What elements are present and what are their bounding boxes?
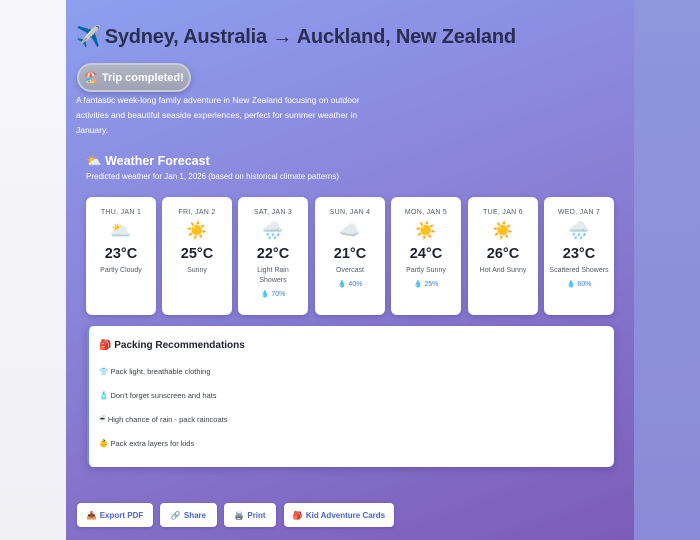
day-temperature: 26°C	[486, 246, 520, 262]
packing-item-text: Don't forget sunscreen and hats	[110, 391, 217, 400]
day-label: MON, JAN 5	[404, 209, 448, 216]
forecast-day-card: MON, JAN 5 ☀️ 24°C Partly Sunny 💧 25%	[391, 197, 461, 315]
day-temperature: 24°C	[409, 246, 443, 262]
day-label: TUE, JAN 6	[483, 209, 523, 216]
trip-completed-button[interactable]: 🏖️ Trip completed!	[77, 63, 191, 92]
day-label: THU, JAN 1	[100, 209, 142, 216]
forecast-day-card: FRI, JAN 2 ☀️ 25°C Sunny	[162, 197, 232, 315]
packing-item-text: High chance of rain - pack raincoats	[107, 415, 228, 424]
sunscreen-icon: 🧴	[99, 391, 109, 400]
packing-recommendations-panel: 🎒 Packing Recommendations 👕 Pack light, …	[87, 326, 614, 467]
day-label: SAT, JAN 3	[253, 209, 293, 216]
print-button[interactable]: 🖨️ Print	[224, 503, 276, 527]
forecast-day-card: TUE, JAN 6 ☀️ 26°C Hot And Sunny	[468, 197, 538, 315]
packing-item-text: Pack extra layers for kids	[110, 439, 195, 448]
packing-heading: Packing Recommendations	[114, 340, 245, 351]
rain-chance: 💧 60%	[566, 281, 592, 288]
packing-item: 🧴 Don't forget sunscreen and hats	[99, 391, 217, 400]
beach-icon: 🏖️	[84, 72, 98, 84]
day-temperature: 21°C	[333, 246, 367, 262]
sun-icon: ☀️	[492, 221, 514, 240]
packing-item: ☔ High chance of rain - pack raincoats	[99, 415, 227, 424]
backpack-icon: 🎒	[292, 510, 303, 520]
forecast-day-card: THU, JAN 1 🌥️ 23°C Partly Cloudy	[86, 197, 156, 315]
trip-route-title: Sydney, Australia → Auckland, New Zealan…	[104, 26, 516, 48]
backpack-icon: 🎒	[99, 340, 112, 351]
trip-description: A fantastic week-long family adventure i…	[76, 95, 360, 135]
share-button[interactable]: 🔗 Share	[160, 503, 217, 527]
forecast-day-card: SAT, JAN 3 🌧️ 22°C Light Rain Showers 💧 …	[238, 197, 308, 315]
cloud-icon: ☁️	[339, 221, 361, 240]
forecast-day-card: WED, JAN 7 🌧️ 23°C Scattered Showers 💧 6…	[544, 197, 614, 315]
day-condition: Hot And Sunny	[479, 267, 527, 274]
day-temperature: 23°C	[562, 246, 596, 262]
forecast-day-card: SUN, JAN 4 ☁️ 21°C Overcast 💧 40%	[315, 197, 385, 315]
rain-chance: 💧 25%	[413, 281, 439, 288]
packing-item-text: Pack light, breathable clothing	[110, 367, 211, 376]
packing-title: 🎒 Packing Recommendations	[99, 340, 245, 351]
sun-icon: ☀️	[186, 221, 208, 240]
export-pdf-button[interactable]: 📥 Export PDF	[77, 503, 153, 527]
button-label: Export PDF	[99, 510, 144, 520]
airplane-icon: ✈️	[76, 26, 101, 48]
partly-cloudy-icon: 🌥️	[110, 221, 132, 240]
button-label: Print	[247, 510, 266, 520]
day-label: FRI, JAN 2	[178, 209, 216, 216]
button-label: Share	[183, 510, 207, 520]
day-condition: Sunny	[187, 267, 207, 274]
child-icon: 👶	[99, 439, 109, 448]
day-condition: Scattered Showers	[549, 267, 609, 274]
printer-icon: 🖨️	[234, 510, 245, 520]
packing-item: 👕 Pack light, breathable clothing	[99, 367, 211, 376]
rain-chance: 💧 70%	[260, 291, 286, 298]
day-condition: Partly Sunny	[406, 267, 446, 274]
left-margin	[0, 0, 66, 540]
partly-sunny-icon: ⛅	[86, 154, 102, 168]
weather-forecast-subtitle: Predicted weather for Jan 1, 2026 (based…	[86, 172, 340, 181]
rain-cloud-icon: 🌧️	[568, 221, 590, 240]
day-temperature: 22°C	[256, 246, 290, 262]
packing-item: 👶 Pack extra layers for kids	[99, 439, 194, 448]
trip-status-label: Trip completed!	[101, 71, 184, 84]
trip-summary-panel: ✈️ Sydney, Australia → Auckland, New Zeal…	[66, 0, 634, 540]
day-condition: Light Rain Showers	[257, 267, 289, 284]
download-icon: 📥	[86, 510, 97, 520]
link-icon: 🔗	[170, 510, 181, 520]
page-title: ✈️ Sydney, Australia → Auckland, New Zeal…	[76, 24, 634, 49]
sun-icon: ☀️	[415, 221, 437, 240]
day-label: SUN, JAN 4	[329, 209, 371, 216]
umbrella-icon: ☔	[99, 415, 106, 424]
rain-cloud-icon: 🌧️	[262, 221, 284, 240]
day-condition: Overcast	[335, 267, 364, 274]
rain-chance: 💧 40%	[337, 281, 363, 288]
button-label: Kid Adventure Cards	[305, 510, 386, 520]
day-label: WED, JAN 7	[557, 209, 601, 216]
weather-forecast-heading: Weather Forecast	[105, 154, 210, 168]
day-temperature: 23°C	[104, 246, 138, 262]
day-condition: Partly Cloudy	[100, 267, 142, 274]
right-margin	[634, 0, 700, 540]
kid-adventure-cards-button[interactable]: 🎒 Kid Adventure Cards	[284, 503, 394, 527]
weather-forecast-title: ⛅ Weather Forecast	[86, 154, 210, 169]
shirt-icon: 👕	[99, 367, 109, 376]
day-temperature: 25°C	[180, 246, 214, 262]
